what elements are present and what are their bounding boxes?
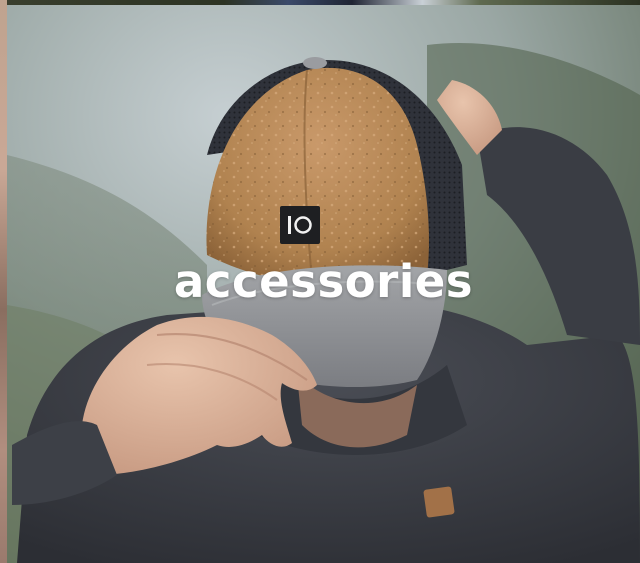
adjacent-tile-edge bbox=[0, 0, 7, 563]
category-tile-page: accessories bbox=[0, 0, 640, 563]
tentree-logo-icon bbox=[280, 206, 320, 244]
accessories-category-tile[interactable]: accessories bbox=[7, 5, 640, 563]
hero-photo bbox=[7, 5, 640, 563]
